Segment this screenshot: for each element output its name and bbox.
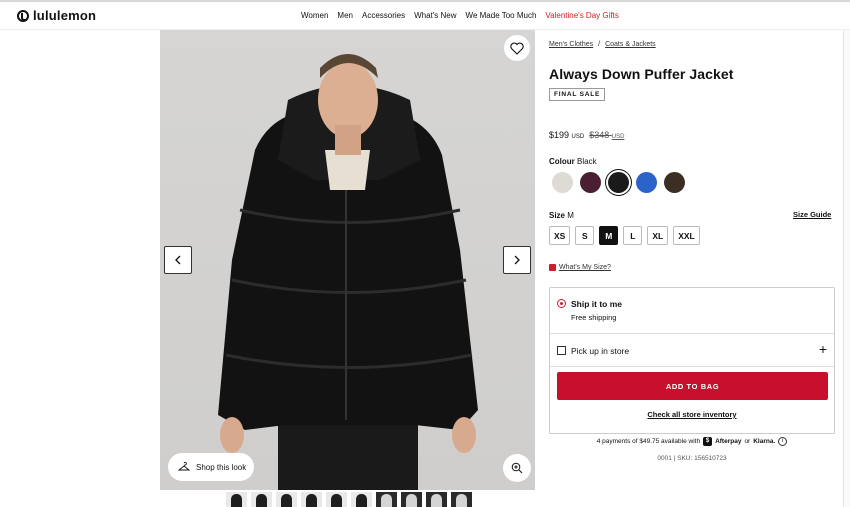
colour-swatch[interactable]	[580, 172, 601, 193]
sku-text: 0001 | SKU: 156510723	[657, 455, 727, 462]
whats-my-size[interactable]: What's My Size?	[549, 264, 611, 271]
main-nav: Women Men Accessories What's New We Made…	[301, 11, 619, 20]
nav-women[interactable]: Women	[301, 11, 328, 20]
nav-we-made-too-much[interactable]: We Made Too Much	[466, 11, 537, 20]
breadcrumb-mens-clothes[interactable]: Men's Clothes	[549, 41, 593, 48]
or-text: or	[744, 438, 751, 445]
size-label: Size M	[549, 211, 574, 220]
price: $199 USD $348 USD	[549, 130, 624, 140]
size-guide-link[interactable]: Size Guide	[793, 210, 831, 219]
original-price: $348	[589, 130, 610, 140]
colour-heading: Colour	[549, 157, 575, 166]
add-to-bag-button[interactable]: ADD TO BAG	[557, 372, 828, 400]
product-image[interactable]	[160, 30, 535, 490]
logo-text: lululemon	[33, 8, 97, 23]
whats-my-size-link[interactable]: What's My Size?	[559, 264, 611, 271]
colour-swatch-selected[interactable]	[608, 172, 629, 193]
original-currency: USD	[611, 134, 625, 140]
nav-men[interactable]: Men	[337, 11, 353, 20]
product-title: Always Down Puffer Jacket	[549, 66, 734, 82]
colour-swatches	[552, 172, 685, 193]
fit-tag-icon	[549, 264, 556, 271]
size-options: XS S M L XL XXL	[549, 226, 700, 245]
ship-subtitle: Free shipping	[571, 313, 617, 322]
ship-option[interactable]: Ship it to me Free shipping	[550, 288, 834, 334]
fulfilment-box: Ship it to me Free shipping Pick up in s…	[549, 287, 835, 434]
thumbnail[interactable]	[426, 492, 447, 507]
thumbnail[interactable]	[226, 492, 247, 507]
size-s[interactable]: S	[575, 226, 595, 245]
lululemon-logo-icon	[17, 9, 29, 22]
thumbnail[interactable]	[376, 492, 397, 507]
sale-currency: USD	[571, 134, 585, 140]
wishlist-button[interactable]	[504, 35, 530, 61]
logo[interactable]: lululemon	[17, 8, 96, 23]
payment-options: 4 payments of $49.75 available with $ Af…	[549, 437, 835, 446]
chevron-right-icon	[514, 255, 520, 265]
installments-text: 4 payments of $49.75 available with	[596, 438, 701, 445]
afterpay-icon: $	[703, 437, 713, 446]
size-xl[interactable]: XL	[647, 226, 669, 245]
colour-swatch[interactable]	[552, 172, 573, 193]
zoom-in-icon	[511, 462, 523, 474]
breadcrumb-coats-jackets[interactable]: Coats & Jackets	[605, 41, 656, 48]
thumbnail[interactable]	[251, 492, 272, 507]
model-wearing-jacket	[218, 54, 478, 490]
colour-swatch[interactable]	[664, 172, 685, 193]
nav-accessories[interactable]: Accessories	[362, 11, 405, 20]
klarna-label[interactable]: Klarna.	[753, 438, 775, 445]
hanger-icon	[178, 462, 190, 471]
size-xxl[interactable]: XXL	[673, 226, 700, 245]
thumbnail[interactable]	[401, 492, 422, 507]
thumbnail[interactable]	[351, 492, 372, 507]
breadcrumb: Men's Clothes / Coats & Jackets	[549, 41, 656, 48]
thumbnail[interactable]	[451, 492, 472, 507]
breadcrumb-separator: /	[598, 41, 601, 48]
pickup-option[interactable]: Pick up in store +	[550, 334, 834, 367]
plus-icon[interactable]: +	[819, 341, 827, 357]
store-icon	[557, 346, 566, 355]
thumbnail[interactable]	[276, 492, 297, 507]
check-inventory: Check all store inventory	[550, 410, 834, 419]
colour-swatch[interactable]	[636, 172, 657, 193]
size-m[interactable]: M	[599, 226, 619, 245]
nav-valentines[interactable]: Valentine's Day Gifts	[545, 11, 618, 20]
shop-this-look-button[interactable]: Shop this look	[168, 453, 254, 481]
ship-radio-selected[interactable]	[557, 299, 566, 308]
pickup-label: Pick up in store	[571, 346, 630, 356]
colour-label: Colour Black	[549, 157, 597, 166]
ship-title: Ship it to me	[571, 299, 622, 309]
size-value: M	[567, 211, 574, 220]
size-l[interactable]: L	[623, 226, 643, 245]
thumbnail[interactable]	[326, 492, 347, 507]
size-heading: Size	[549, 211, 566, 220]
nav-whats-new[interactable]: What's New	[414, 11, 456, 20]
check-inventory-link[interactable]: Check all store inventory	[647, 410, 736, 419]
right-edge-panel	[843, 30, 850, 507]
info-icon[interactable]: i	[778, 437, 788, 446]
heart-icon	[510, 42, 524, 55]
thumbnail-strip	[226, 492, 472, 507]
thumbnail[interactable]	[301, 492, 322, 507]
final-sale-badge: FINAL SALE	[549, 88, 606, 101]
size-xs[interactable]: XS	[549, 226, 571, 245]
chevron-left-icon	[175, 255, 181, 265]
afterpay-label[interactable]: Afterpay	[715, 438, 741, 445]
colour-value: Black	[577, 157, 597, 166]
shop-this-look-label: Shop this look	[196, 462, 247, 472]
next-image-button[interactable]	[503, 246, 531, 274]
site-header: lululemon Women Men Accessories What's N…	[0, 0, 850, 30]
zoom-button[interactable]	[503, 454, 531, 482]
previous-image-button[interactable]	[164, 246, 192, 274]
sale-price: $199	[549, 130, 570, 140]
